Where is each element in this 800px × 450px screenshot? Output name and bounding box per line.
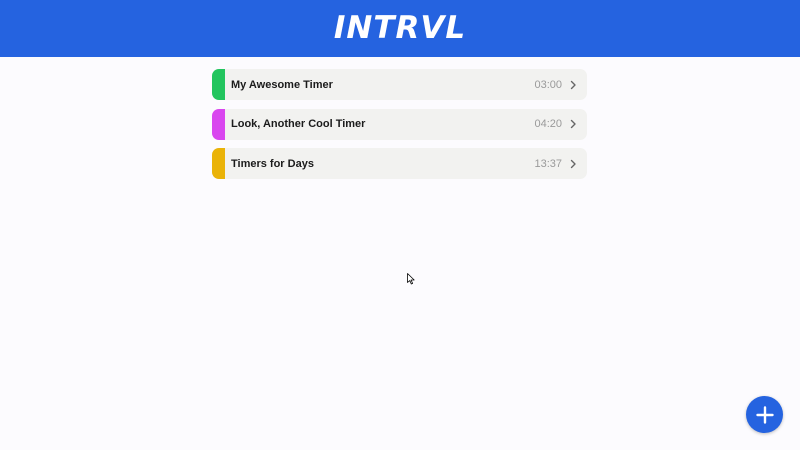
app-bar: INTRVL bbox=[0, 0, 800, 57]
mouse-cursor-icon bbox=[407, 272, 415, 285]
timer-item[interactable]: Look, Another Cool Timer 04:20 bbox=[212, 108, 587, 140]
timer-name: My Awesome Timer bbox=[231, 78, 333, 91]
timer-name: Look, Another Cool Timer bbox=[231, 118, 366, 130]
timer-color-indicator bbox=[212, 108, 225, 140]
timer-item[interactable]: Timers for Days 13:37 bbox=[212, 148, 587, 179]
timer-color-indicator bbox=[212, 69, 225, 100]
chevron-right-icon bbox=[568, 159, 578, 169]
app-title: INTRVL bbox=[333, 10, 467, 46]
timer-item[interactable]: My Awesome Timer 03:00 bbox=[212, 69, 587, 100]
timer-duration: 13:37 bbox=[534, 157, 562, 170]
plus-icon bbox=[755, 405, 774, 424]
chevron-right-icon bbox=[568, 80, 578, 90]
timer-duration: 03:00 bbox=[534, 78, 562, 91]
timer-name: Timers for Days bbox=[231, 157, 314, 170]
chevron-right-icon bbox=[568, 119, 578, 129]
timer-color-indicator bbox=[212, 148, 225, 179]
add-timer-button[interactable] bbox=[746, 396, 783, 433]
timer-duration: 04:20 bbox=[534, 118, 562, 130]
timer-list: My Awesome Timer 03:00 Look, Another Coo… bbox=[212, 69, 587, 188]
